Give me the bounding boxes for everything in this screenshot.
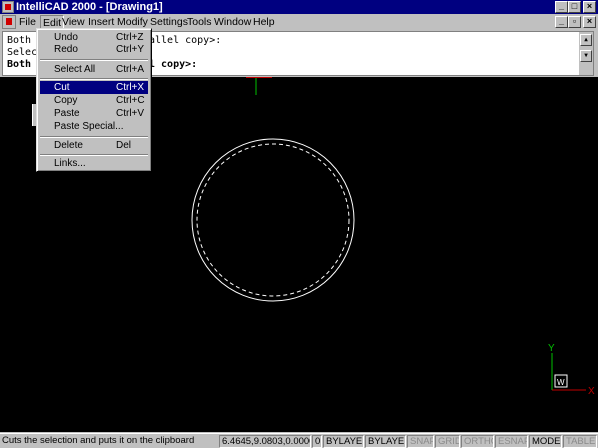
layer-indicator[interactable]: 0 — [312, 435, 322, 448]
menu-item-redo[interactable]: Redo Ctrl+Y — [40, 43, 148, 56]
command-line-1-tail: allel copy>: — [149, 35, 222, 46]
snap-toggle[interactable]: SNAP — [407, 435, 434, 448]
doc-close-button[interactable]: × — [583, 16, 596, 28]
menu-separator — [40, 154, 148, 156]
menu-help[interactable]: Help — [251, 15, 277, 29]
command-line-3-tail: l copy>: — [149, 59, 198, 70]
minimize-button[interactable]: _ — [555, 1, 568, 13]
document-icon[interactable] — [2, 15, 16, 29]
menu-separator — [40, 78, 148, 80]
doc-minimize-button[interactable]: _ — [555, 16, 568, 28]
close-button[interactable]: × — [583, 1, 596, 13]
menu-tools[interactable]: Tools — [185, 15, 214, 29]
menu-item-cut[interactable]: Cut Ctrl+X — [40, 81, 148, 94]
menu-settings[interactable]: Settings — [148, 15, 190, 29]
linetype-indicator[interactable]: BYLAYER — [365, 435, 406, 448]
grid-toggle[interactable]: GRID — [435, 435, 460, 448]
scroll-up-icon[interactable]: ▲ — [580, 34, 592, 46]
doc-restore-button[interactable]: ▫ — [568, 16, 581, 28]
color-indicator[interactable]: BYLAYER — [323, 435, 364, 448]
menu-item-copy[interactable]: Copy Ctrl+C — [40, 94, 148, 107]
maximize-button[interactable]: □ — [568, 1, 581, 13]
app-icon[interactable] — [2, 1, 14, 13]
edit-menu-dropdown: Undo Ctrl+Z Redo Ctrl+Y Select All Ctrl+… — [36, 28, 152, 172]
status-bar: Cuts the selection and puts it on the cl… — [0, 433, 598, 448]
command-line-1: Both — [7, 35, 32, 46]
coordinates-readout: 6.4645,9.0803,0.0000 — [219, 435, 311, 448]
menu-file[interactable]: File — [17, 15, 38, 29]
title-bar[interactable]: IntelliCAD 2000 - [Drawing1] _ □ × — [0, 0, 598, 14]
ucs-y-label: Y — [548, 343, 555, 354]
ucs-x-label: X — [588, 386, 595, 397]
menu-item-delete[interactable]: Delete Del — [40, 139, 148, 152]
menu-item-paste-special[interactable]: Paste Special... — [40, 120, 148, 133]
status-message: Cuts the selection and puts it on the cl… — [2, 435, 195, 446]
dashed-circle — [196, 143, 350, 297]
menu-insert[interactable]: Insert — [86, 15, 116, 29]
menu-modify[interactable]: Modify — [115, 15, 150, 29]
tablet-toggle[interactable]: TABLET — [563, 435, 597, 448]
command-line-2: Selec — [7, 47, 38, 58]
menu-separator — [40, 136, 148, 138]
command-scrollbar[interactable]: ▲ ▼ — [579, 32, 593, 75]
model-toggle[interactable]: MODEL — [529, 435, 562, 448]
window-title: IntelliCAD 2000 - [Drawing1] — [16, 1, 163, 13]
menu-item-links[interactable]: Links... — [40, 157, 148, 170]
esnap-toggle[interactable]: ESNAP — [495, 435, 528, 448]
menu-item-paste[interactable]: Paste Ctrl+V — [40, 107, 148, 120]
menu-separator — [40, 59, 148, 61]
menu-view[interactable]: View — [60, 15, 87, 29]
ucs-w-label: W — [557, 378, 565, 387]
menu-window[interactable]: Window — [212, 15, 253, 29]
menu-item-select-all[interactable]: Select All Ctrl+A — [40, 63, 148, 76]
ortho-toggle[interactable]: ORTHO — [461, 435, 494, 448]
outer-circle — [191, 138, 355, 302]
scroll-down-icon[interactable]: ▼ — [580, 50, 592, 62]
